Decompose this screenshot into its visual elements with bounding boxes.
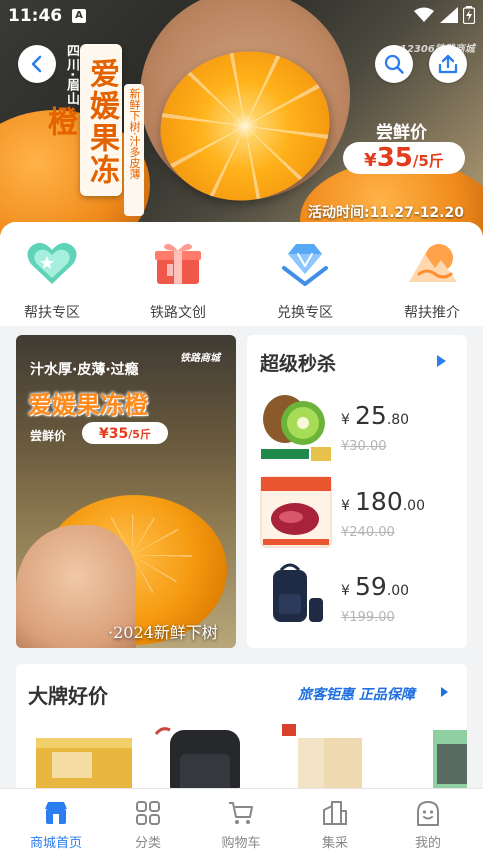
nav-bulk-purchase[interactable]: 集采	[295, 799, 375, 851]
hero-banner[interactable]: 四川·眉山 爱媛果冻橙 新鲜下树·汁多皮薄 12306铁路商城 尝鲜价 ¥ 35…	[0, 0, 483, 236]
flash-sale-title: 超级秒杀	[260, 353, 337, 375]
heart-shield-icon	[27, 242, 77, 284]
flash-sale-more-arrow-icon[interactable]	[437, 355, 446, 367]
a-notification-icon: A	[72, 9, 86, 23]
category-support-recommend[interactable]: 帮扶推介	[377, 240, 483, 322]
backpack-product-image	[273, 563, 323, 622]
user-face-icon	[417, 801, 439, 826]
flash-item-backpack[interactable]: ¥ 59.00 ¥199.00	[257, 560, 462, 638]
promo-brand: 铁路商城	[180, 353, 220, 364]
battery-charging-icon	[463, 6, 475, 24]
nav-label: 集采	[321, 836, 348, 851]
nav-category[interactable]: 分类	[108, 799, 188, 851]
category-row: 帮扶专区 铁路文创 兑换专区 帮扶推介	[0, 222, 483, 326]
price-decimal: .80	[386, 412, 410, 428]
nav-home[interactable]: 商城首页	[16, 799, 96, 851]
flash-sale-card: 超级秒杀 ¥ 25.80 ¥30.00 ¥ 180.00 ¥240.00 ¥ 5…	[247, 335, 467, 648]
brand-product-noodles[interactable]	[32, 724, 136, 794]
kiwi-product-image	[261, 395, 331, 461]
promo-price-label: 尝鲜价	[30, 429, 67, 443]
promo-title: 爱媛果冻橙	[28, 390, 148, 419]
beef-product-image	[260, 476, 332, 548]
activity-time: 活动时间:11.27-12.20	[308, 205, 464, 221]
promo-tagline-top: 汁水厚·皮薄·过瘾	[30, 362, 139, 378]
promo-banner[interactable]: 汁水厚·皮薄·过瘾 铁路商城 爱媛果冻橙 尝鲜价 ¥35/5斤 ·2024新鲜下…	[16, 335, 236, 648]
category-label: 兑换专区	[277, 305, 333, 321]
search-button[interactable]	[375, 45, 413, 83]
price-integer: 25	[355, 401, 387, 430]
flash-item-original-price: ¥199.00	[341, 610, 395, 625]
flash-item-price: ¥ 59.00	[341, 572, 409, 601]
hero-title: 爱媛果冻橙	[42, 58, 119, 186]
category-label: 帮扶推介	[404, 305, 460, 321]
price-integer: 59	[355, 572, 387, 601]
hero-price-unit: /5斤	[412, 152, 444, 170]
promo-price-unit: /5斤	[128, 428, 151, 441]
brand-product-snack[interactable]	[278, 724, 388, 794]
flash-item-price: ¥ 25.80	[341, 401, 409, 430]
nav-label: 我的	[414, 836, 441, 851]
price-decimal: .00	[386, 583, 410, 599]
promo-price: ¥35	[99, 426, 129, 442]
nav-label: 商城首页	[29, 836, 82, 851]
wifi-icon	[414, 7, 434, 22]
hero-subtitle: 新鲜下树·汁多皮薄	[128, 88, 141, 180]
status-bar: 11:46 A	[0, 0, 483, 32]
building-icon	[323, 801, 347, 825]
signal-icon	[440, 7, 458, 23]
hero-title-box: 爱媛果冻橙	[42, 44, 122, 196]
chevron-left-icon	[31, 55, 42, 73]
flash-item-original-price: ¥30.00	[341, 439, 387, 454]
share-upload-icon	[438, 54, 458, 74]
grid-icon	[136, 801, 160, 825]
currency-symbol: ¥	[341, 498, 350, 514]
hero-price-currency: ¥	[364, 150, 377, 171]
category-exchange[interactable]: 兑换专区	[250, 240, 360, 322]
nav-label: 分类	[134, 836, 161, 851]
hero-price-value: 35	[376, 143, 413, 173]
diamond-exchange-icon	[282, 244, 328, 286]
brand-section-title: 大牌好价	[28, 684, 108, 708]
brand-section-arrow-icon[interactable]	[441, 687, 448, 697]
back-button[interactable]	[18, 45, 56, 83]
store-icon	[45, 802, 67, 824]
category-label: 铁路文创	[150, 305, 206, 321]
gift-box-icon	[155, 243, 201, 284]
nav-cart[interactable]: 购物车	[201, 799, 281, 851]
mountain-sun-icon	[409, 244, 457, 282]
brand-deals-section: 大牌好价 旅客钜惠 正品保障	[16, 664, 467, 804]
brand-product-tea[interactable]	[431, 724, 467, 794]
currency-symbol: ¥	[341, 412, 350, 428]
flash-item-price: ¥ 180.00	[341, 487, 425, 516]
hero-price-label: 尝鲜价	[376, 123, 427, 143]
nav-label: 购物车	[221, 836, 261, 851]
flash-item-kiwi[interactable]: ¥ 25.80 ¥30.00	[257, 389, 462, 467]
hero-subtitle-box: 新鲜下树·汁多皮薄	[124, 84, 144, 216]
hero-price-pill: ¥ 35 /5斤	[343, 142, 465, 174]
search-icon	[384, 54, 404, 74]
price-decimal: .00	[402, 498, 425, 514]
currency-symbol: ¥	[341, 583, 350, 599]
bottom-nav: 商城首页 分类 购物车 集采 我的	[0, 788, 483, 858]
share-button[interactable]	[429, 45, 467, 83]
status-time: 11:46	[8, 6, 63, 26]
category-poverty-support[interactable]: 帮扶专区	[0, 240, 107, 322]
flash-item-beef[interactable]: ¥ 180.00 ¥240.00	[257, 475, 462, 553]
category-label: 帮扶专区	[24, 305, 80, 321]
brand-product-backpack[interactable]	[146, 724, 256, 794]
price-integer: 180	[355, 487, 403, 516]
shopping-cart-icon	[229, 802, 253, 824]
promo-tagline-bottom: ·2024新鲜下树	[108, 623, 218, 642]
origin-label: 四川·眉山	[64, 44, 79, 106]
brand-section-slogan[interactable]: 旅客钜惠 正品保障	[298, 684, 415, 704]
nav-profile[interactable]: 我的	[388, 799, 468, 851]
promo-price-pill: ¥35/5斤	[82, 422, 168, 444]
category-railway-creative[interactable]: 铁路文创	[123, 240, 233, 322]
flash-item-original-price: ¥240.00	[341, 525, 395, 540]
